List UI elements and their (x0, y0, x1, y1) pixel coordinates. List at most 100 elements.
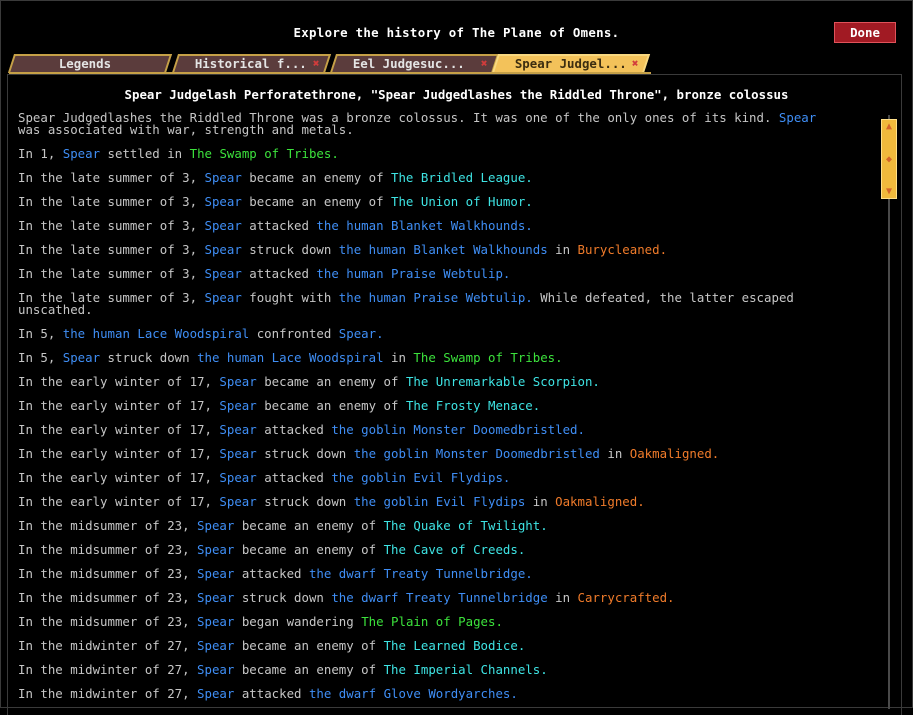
entity-link[interactable]: the goblin Evil Flydips (354, 494, 526, 509)
arrow-up-icon[interactable]: ▲ (882, 122, 896, 132)
entity-link[interactable]: Spear (63, 146, 100, 161)
entity-link[interactable]: Spear (197, 566, 234, 581)
event-text: became an enemy of (241, 170, 392, 185)
event-row: In 5, the human Lace Woodspiral confront… (18, 326, 878, 341)
event-text: In the late summer of 3, (18, 218, 205, 233)
entity-link[interactable]: Spear (205, 242, 242, 257)
entity-link[interactable]: The Quake of Twilight. (384, 518, 548, 533)
entity-link[interactable]: the dwarf Treaty Tunnelbridge. (309, 566, 533, 581)
entity-link[interactable]: the human Praise Webtulip. (339, 290, 533, 305)
event-text: attacked (234, 686, 309, 701)
scrollbar-track[interactable] (888, 115, 890, 709)
scrollbar[interactable]: ▲ ◆ ▼ (881, 115, 897, 709)
entity-link[interactable]: Spear (205, 170, 242, 185)
tab-bar: Legends Historical f... ✖ Eel Judgesuc..… (7, 54, 711, 74)
event-row: In the early winter of 17, Spear became … (18, 374, 878, 389)
entity-link[interactable]: the human Praise Webtulip. (316, 266, 510, 281)
entity-link[interactable]: Spear (205, 194, 242, 209)
event-row: In the midsummer of 23, Spear became an … (18, 542, 878, 557)
entity-link[interactable]: Spear (197, 662, 234, 677)
tab-eel-judgesuc[interactable]: Eel Judgesuc... ✖ (329, 54, 500, 73)
event-text: became an enemy of (234, 662, 384, 677)
event-row: In 1, Spear settled in The Swamp of Trib… (18, 146, 878, 161)
entity-link[interactable]: The Union of Humor. (391, 194, 533, 209)
event-text: became an enemy of (234, 542, 384, 557)
scrollbar-thumb[interactable]: ▲ ◆ ▼ (881, 119, 897, 199)
tab-label: Eel Judgesuc... (352, 56, 465, 71)
event-row: In the early winter of 17, Spear became … (18, 398, 878, 413)
event-text: became an enemy of (241, 194, 392, 209)
event-row: In the early winter of 17, Spear attacke… (18, 422, 878, 437)
entity-link[interactable]: The Imperial Channels. (384, 662, 548, 677)
entity-link[interactable]: the goblin Monster Doomedbristled. (331, 422, 585, 437)
entity-link[interactable]: Spear (205, 218, 242, 233)
entity-link[interactable]: Spear (197, 638, 234, 653)
close-icon[interactable]: ✖ (313, 56, 320, 72)
entity-link[interactable]: The Frosty Menace. (406, 398, 540, 413)
tab-historical-figures[interactable]: Historical f... ✖ (171, 54, 332, 73)
event-row: In the midsummer of 23, Spear became an … (18, 518, 878, 533)
event-text: confronted (249, 326, 339, 341)
close-icon[interactable]: ✖ (632, 56, 639, 72)
event-text: settled in (100, 146, 190, 161)
tab-spear-judgel[interactable]: Spear Judgel... ✖ (491, 54, 651, 73)
entity-link[interactable]: Carrycrafted. (578, 590, 675, 605)
entity-link[interactable]: The Swamp of Tribes. (413, 350, 562, 365)
tab-legends[interactable]: Legends (7, 54, 173, 73)
entity-link[interactable]: Spear (63, 350, 100, 365)
close-icon[interactable]: ✖ (481, 56, 488, 72)
event-text: In the midsummer of 23, (18, 518, 198, 533)
event-text: In the midwinter of 27, (18, 662, 198, 677)
entity-link[interactable]: Spear (205, 266, 242, 281)
entity-link[interactable]: Spear (219, 494, 256, 509)
entity-link[interactable]: the dwarf Treaty Tunnelbridge (331, 590, 547, 605)
tab-label: Spear Judgel... (514, 56, 627, 71)
event-text: in (525, 494, 556, 509)
event-text: In the midwinter of 27, (18, 686, 198, 701)
entity-link[interactable]: Oakmaligned. (630, 446, 720, 461)
entity-link[interactable]: The Bridled League. (391, 170, 533, 185)
event-row: In the midwinter of 27, Spear became an … (18, 638, 878, 653)
entity-link[interactable]: The Learned Bodice. (384, 638, 526, 653)
event-text: struck down (256, 494, 354, 509)
entity-link[interactable]: Spear (205, 290, 242, 305)
event-text: struck down (256, 446, 354, 461)
entity-link[interactable]: Spear (219, 374, 256, 389)
legends-window: Explore the history of The Plane of Omen… (0, 0, 913, 715)
entity-link[interactable]: The Cave of Creeds. (384, 542, 526, 557)
event-text: In the midsummer of 23, (18, 566, 198, 581)
entity-link[interactable]: Spear (197, 614, 234, 629)
entity-link[interactable]: the goblin Evil Flydips. (331, 470, 510, 485)
entity-link[interactable]: the human Blanket Walkhounds (339, 242, 548, 257)
entity-link[interactable]: Oakmaligned. (555, 494, 645, 509)
entity-link[interactable]: the goblin Monster Doomedbristled (354, 446, 600, 461)
event-row: In the late summer of 3, Spear attacked … (18, 218, 878, 233)
entity-link[interactable]: Spear (779, 110, 816, 125)
done-button[interactable]: Done (834, 22, 896, 43)
entity-link[interactable]: Spear (219, 446, 256, 461)
tab-label: Historical f... (194, 56, 307, 71)
event-text: became an enemy of (256, 374, 406, 389)
entity-link[interactable]: the human Blanket Walkhounds. (316, 218, 532, 233)
entity-link[interactable]: Spear (219, 470, 256, 485)
entity-link[interactable]: The Swamp of Tribes. (190, 146, 339, 161)
entity-link[interactable]: The Plain of Pages. (361, 614, 503, 629)
entity-link[interactable]: Spear (197, 542, 234, 557)
entity-link[interactable]: the human Lace Woodspiral (63, 326, 250, 341)
entity-link[interactable]: Spear (197, 590, 234, 605)
entity-link[interactable]: The Unremarkable Scorpion. (406, 374, 600, 389)
arrow-down-icon[interactable]: ▼ (882, 187, 896, 197)
event-text: struck down (241, 242, 339, 257)
entity-title: Spear Judgelash Perforatethrone, "Spear … (124, 87, 789, 102)
entity-link[interactable]: Spear (219, 398, 256, 413)
entity-link[interactable]: Spear (219, 422, 256, 437)
event-text: In the early winter of 17, (18, 446, 220, 461)
entity-link[interactable]: Spear (197, 686, 234, 701)
entity-link[interactable]: the dwarf Glove Wordyarches. (309, 686, 518, 701)
entity-link[interactable]: Spear (197, 518, 234, 533)
entity-link[interactable]: Burycleaned. (578, 242, 668, 257)
event-row: In the late summer of 3, Spear became an… (18, 194, 878, 209)
event-text: became an enemy of (234, 638, 384, 653)
entity-link[interactable]: the human Lace Woodspiral (197, 350, 384, 365)
entity-link[interactable]: Spear. (339, 326, 384, 341)
